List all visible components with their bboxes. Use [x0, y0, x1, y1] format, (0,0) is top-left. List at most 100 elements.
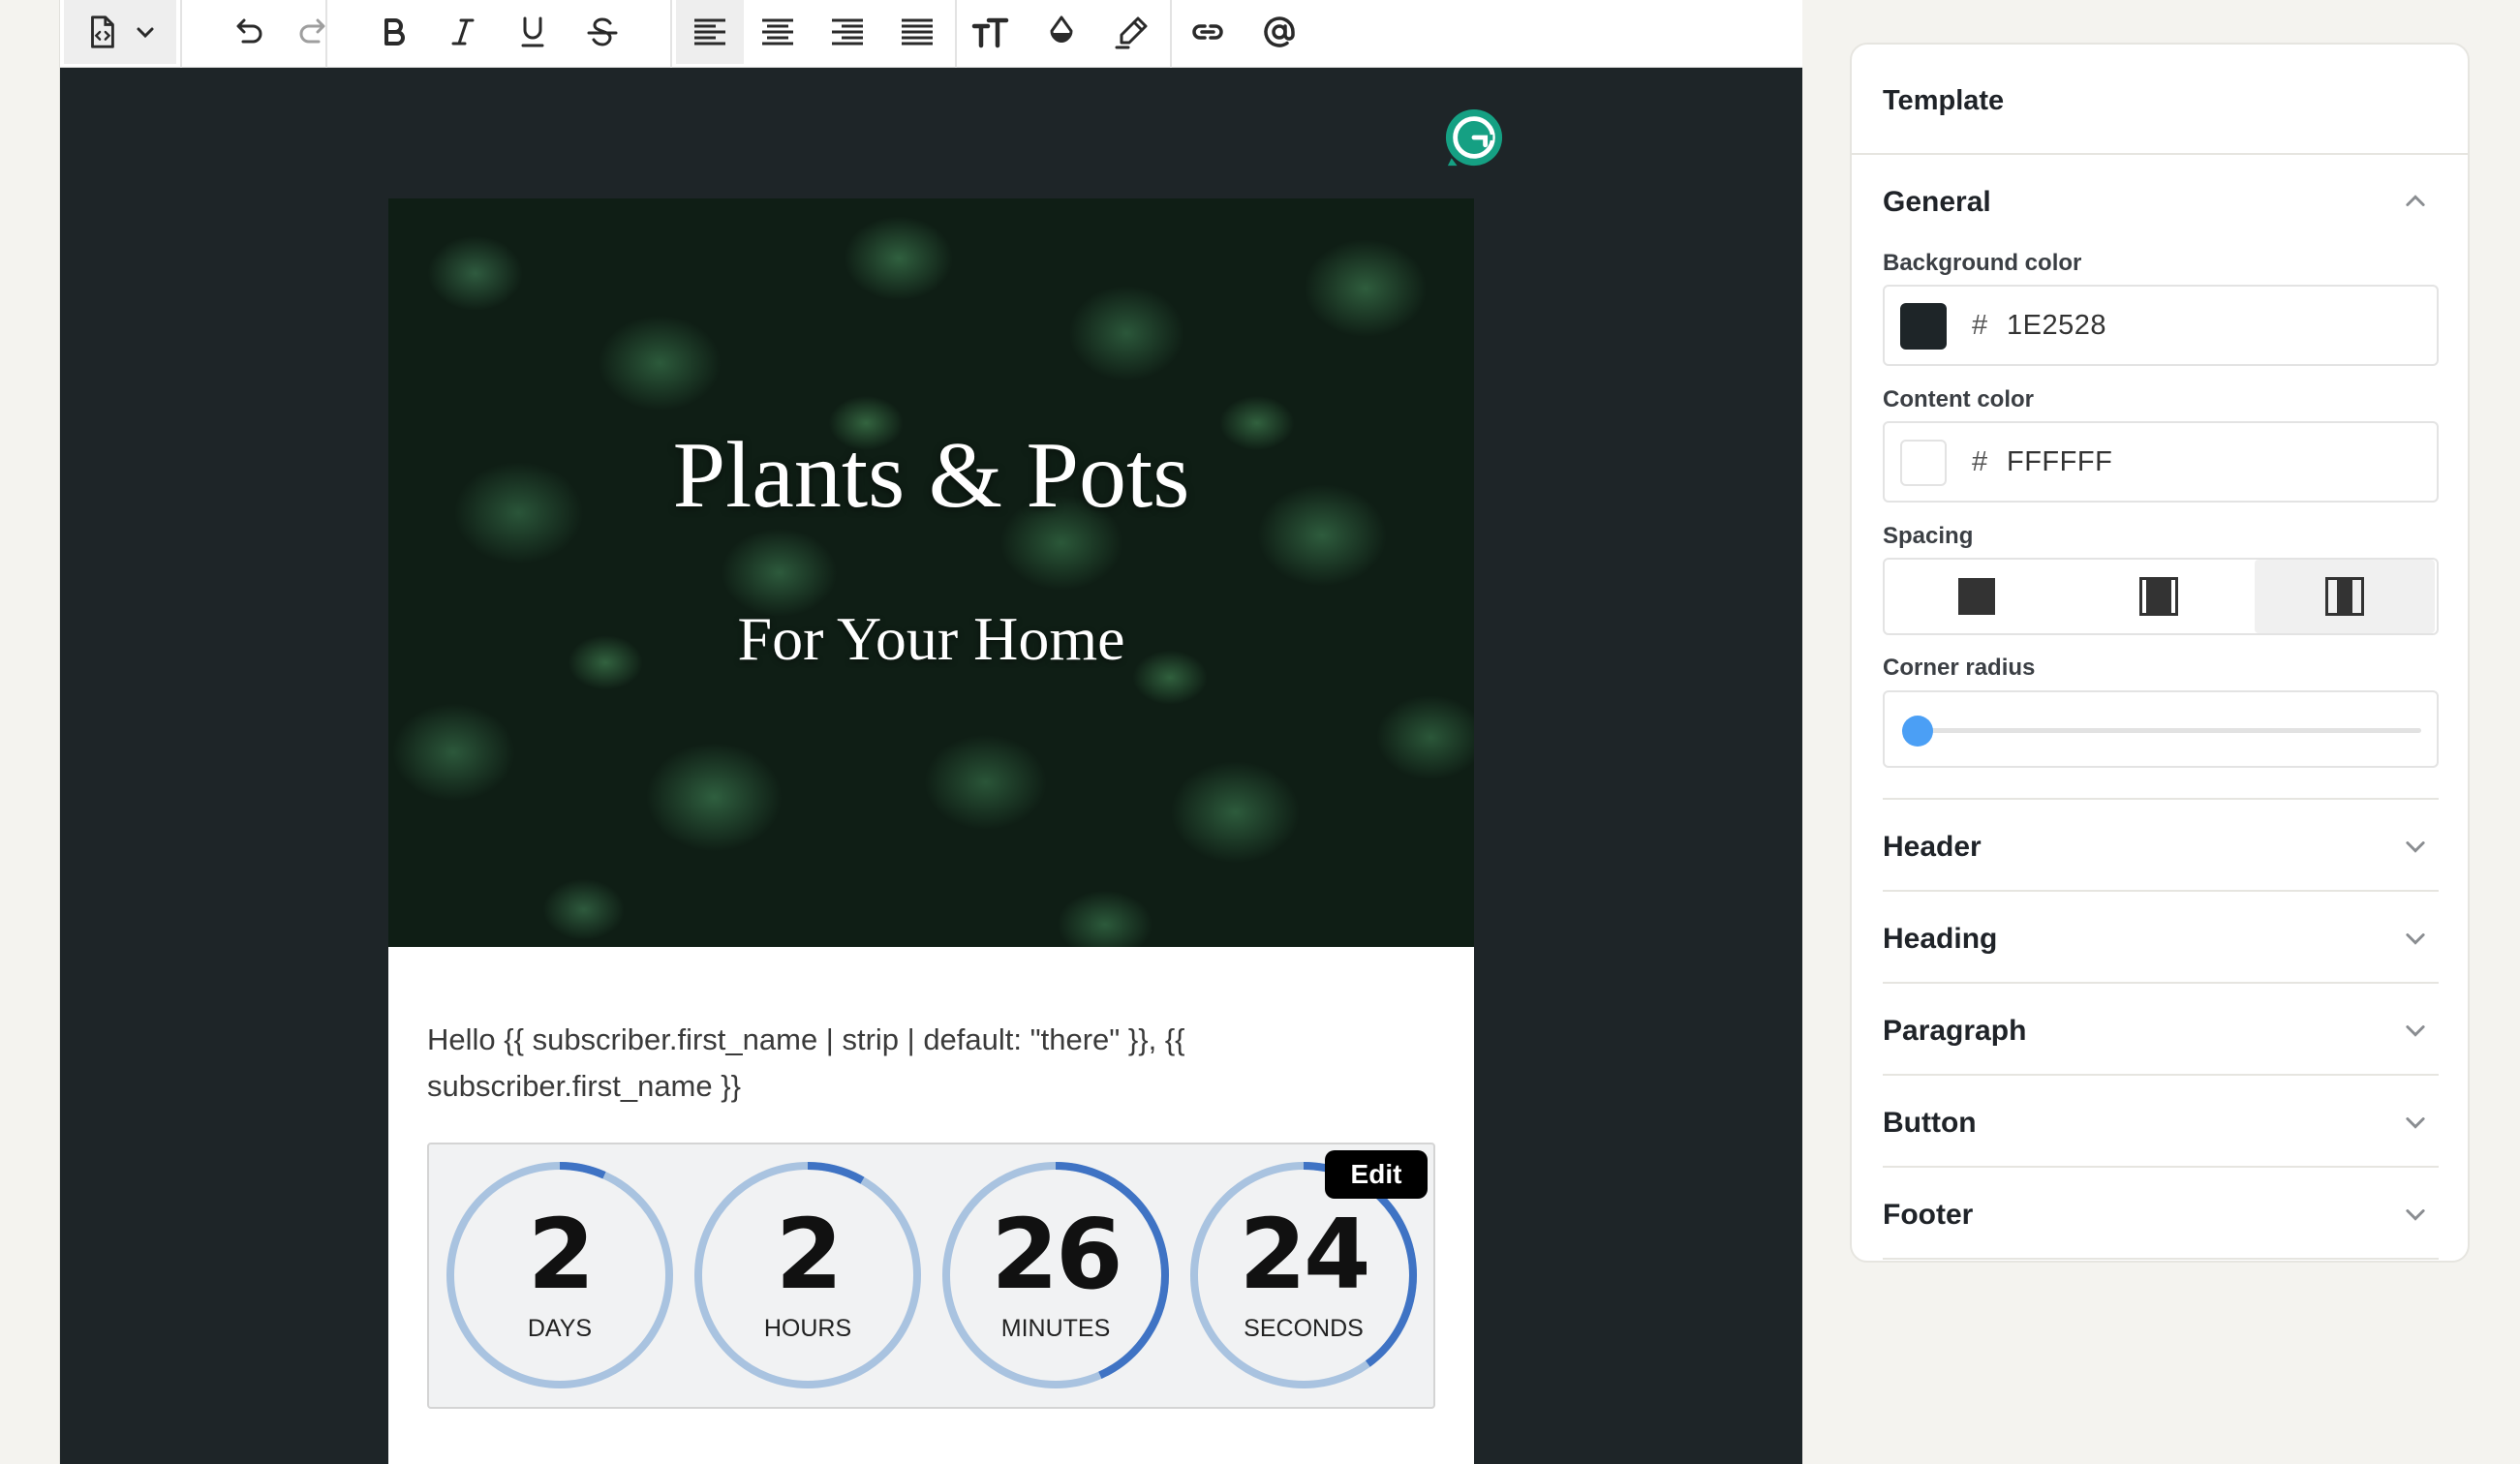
spacing-label: Spacing: [1883, 523, 1974, 549]
left-edge-strip: [0, 0, 60, 1464]
align-right-button[interactable]: [815, 0, 879, 64]
hero-subtitle[interactable]: For Your Home: [388, 603, 1474, 675]
toolbar-separator: [670, 0, 672, 68]
section-divider: [1883, 890, 2439, 892]
section-button-heading[interactable]: Button: [1883, 1107, 1977, 1140]
spacing-option-large[interactable]: [2255, 560, 2435, 633]
text-size-icon: [971, 17, 1009, 48]
background-color-field[interactable]: # 1E2528: [1883, 285, 2439, 366]
text-color-icon: [1050, 15, 1073, 43]
mention-icon: [1264, 16, 1295, 47]
text-color-button[interactable]: [1030, 0, 1093, 64]
section-divider: [1883, 1074, 2439, 1076]
code-view-dropdown[interactable]: [64, 0, 176, 64]
section-heading-heading[interactable]: Heading: [1883, 923, 1997, 956]
toolbar-separator: [325, 0, 327, 68]
align-left-button[interactable]: [676, 0, 744, 64]
italic-button[interactable]: [431, 0, 495, 64]
highlight-button[interactable]: [1100, 0, 1164, 64]
redo-icon: [299, 18, 325, 44]
content-color-field[interactable]: # FFFFFF: [1883, 421, 2439, 503]
underline-button[interactable]: [501, 0, 565, 64]
toolbar-separator: [1170, 0, 1172, 68]
underline-icon: [521, 16, 544, 47]
countdown-value: 26: [991, 1198, 1122, 1311]
content-color-swatch[interactable]: [1900, 440, 1947, 486]
countdown-hours: 2 HOURS: [691, 1158, 925, 1392]
italic-icon: [451, 18, 475, 46]
section-divider: [1883, 1166, 2439, 1168]
slider-track[interactable]: [1902, 728, 2421, 733]
hash-symbol: #: [1972, 310, 1988, 341]
redo-button[interactable]: [283, 0, 347, 64]
panel-title: Template: [1883, 85, 2005, 116]
chevron-up-icon[interactable]: [2402, 188, 2429, 215]
edit-countdown-button[interactable]: Edit: [1325, 1150, 1428, 1199]
spacing-option-none[interactable]: [1887, 560, 2067, 633]
panel-divider: [1852, 153, 2468, 155]
section-paragraph-heading[interactable]: Paragraph: [1883, 1015, 2026, 1048]
chevron-down-icon[interactable]: [2402, 1201, 2429, 1228]
chevron-down-icon[interactable]: [2402, 1017, 2429, 1044]
align-justify-icon: [902, 18, 933, 46]
hero-title[interactable]: Plants & Pots: [388, 421, 1474, 530]
section-general-heading[interactable]: General: [1883, 186, 1991, 219]
chevron-down-icon[interactable]: [2402, 1109, 2429, 1136]
undo-button[interactable]: [215, 0, 279, 64]
spacing-wide-icon: [2325, 577, 2364, 616]
background-color-swatch[interactable]: [1900, 303, 1947, 350]
section-divider: [1883, 798, 2439, 800]
editor-toolbar: [60, 0, 1802, 68]
align-right-icon: [832, 18, 863, 46]
background-color-label: Background color: [1883, 250, 2082, 276]
countdown-value: 2: [527, 1198, 596, 1311]
spacing-padded-icon: [2139, 577, 2178, 616]
background-color-input[interactable]: 1E2528: [2007, 310, 2106, 342]
bold-button[interactable]: [361, 0, 425, 64]
link-icon: [1192, 24, 1223, 40]
corner-radius-label: Corner radius: [1883, 655, 2036, 681]
grammarly-icon: [1445, 108, 1503, 167]
toolbar-separator: [955, 0, 957, 68]
section-header-heading[interactable]: Header: [1883, 831, 1982, 864]
bold-icon: [384, 18, 405, 46]
email-content: Plants & Pots For Your Home Hello {{ sub…: [388, 198, 1474, 1464]
strikethrough-button[interactable]: [570, 0, 634, 64]
countdown-value: 2: [775, 1198, 844, 1311]
email-editor: Plants & Pots For Your Home Hello {{ sub…: [60, 0, 1802, 1464]
hero-image: Plants & Pots For Your Home: [388, 198, 1474, 947]
greeting-paragraph[interactable]: Hello {{ subscriber.first_name | strip |…: [427, 1017, 1434, 1110]
strikethrough-icon: [587, 17, 618, 46]
slider-thumb[interactable]: [1902, 716, 1934, 747]
content-color-input[interactable]: FFFFFF: [2007, 446, 2112, 478]
section-divider: [1883, 982, 2439, 984]
countdown-value: 24: [1239, 1198, 1370, 1311]
code-file-icon: [91, 15, 114, 48]
chevron-down-icon[interactable]: [2402, 925, 2429, 952]
align-center-icon: [762, 18, 793, 46]
section-footer-heading[interactable]: Footer: [1883, 1199, 1973, 1232]
countdown-timer-block[interactable]: 2 DAYS 2 HOURS 26 MINUTES 24 SECONDS Edit: [427, 1143, 1435, 1409]
mention-button[interactable]: [1247, 0, 1311, 64]
countdown-minutes: 26 MINUTES: [938, 1158, 1173, 1392]
spacing-full-icon: [1958, 578, 1995, 615]
countdown-days: 2 DAYS: [443, 1158, 677, 1392]
countdown-label: SECONDS: [1244, 1315, 1364, 1342]
corner-radius-slider[interactable]: [1883, 690, 2439, 768]
align-justify-button[interactable]: [885, 0, 949, 64]
link-button[interactable]: [1176, 0, 1240, 64]
countdown-label: MINUTES: [1000, 1315, 1111, 1342]
chevron-down-icon[interactable]: [2402, 833, 2429, 860]
toolbar-separator: [180, 0, 182, 68]
hash-symbol: #: [1972, 446, 1988, 477]
spacing-options: [1883, 558, 2439, 635]
spacing-option-small[interactable]: [2069, 560, 2249, 633]
undo-icon: [236, 18, 262, 44]
countdown-label: HOURS: [763, 1315, 852, 1342]
text-size-button[interactable]: [959, 0, 1023, 64]
align-left-icon: [694, 18, 725, 46]
section-divider: [1883, 1258, 2439, 1260]
grammarly-button[interactable]: [1414, 77, 1534, 198]
template-settings-panel: Template General Background color # 1E25…: [1850, 43, 2470, 1263]
align-center-button[interactable]: [746, 0, 810, 64]
